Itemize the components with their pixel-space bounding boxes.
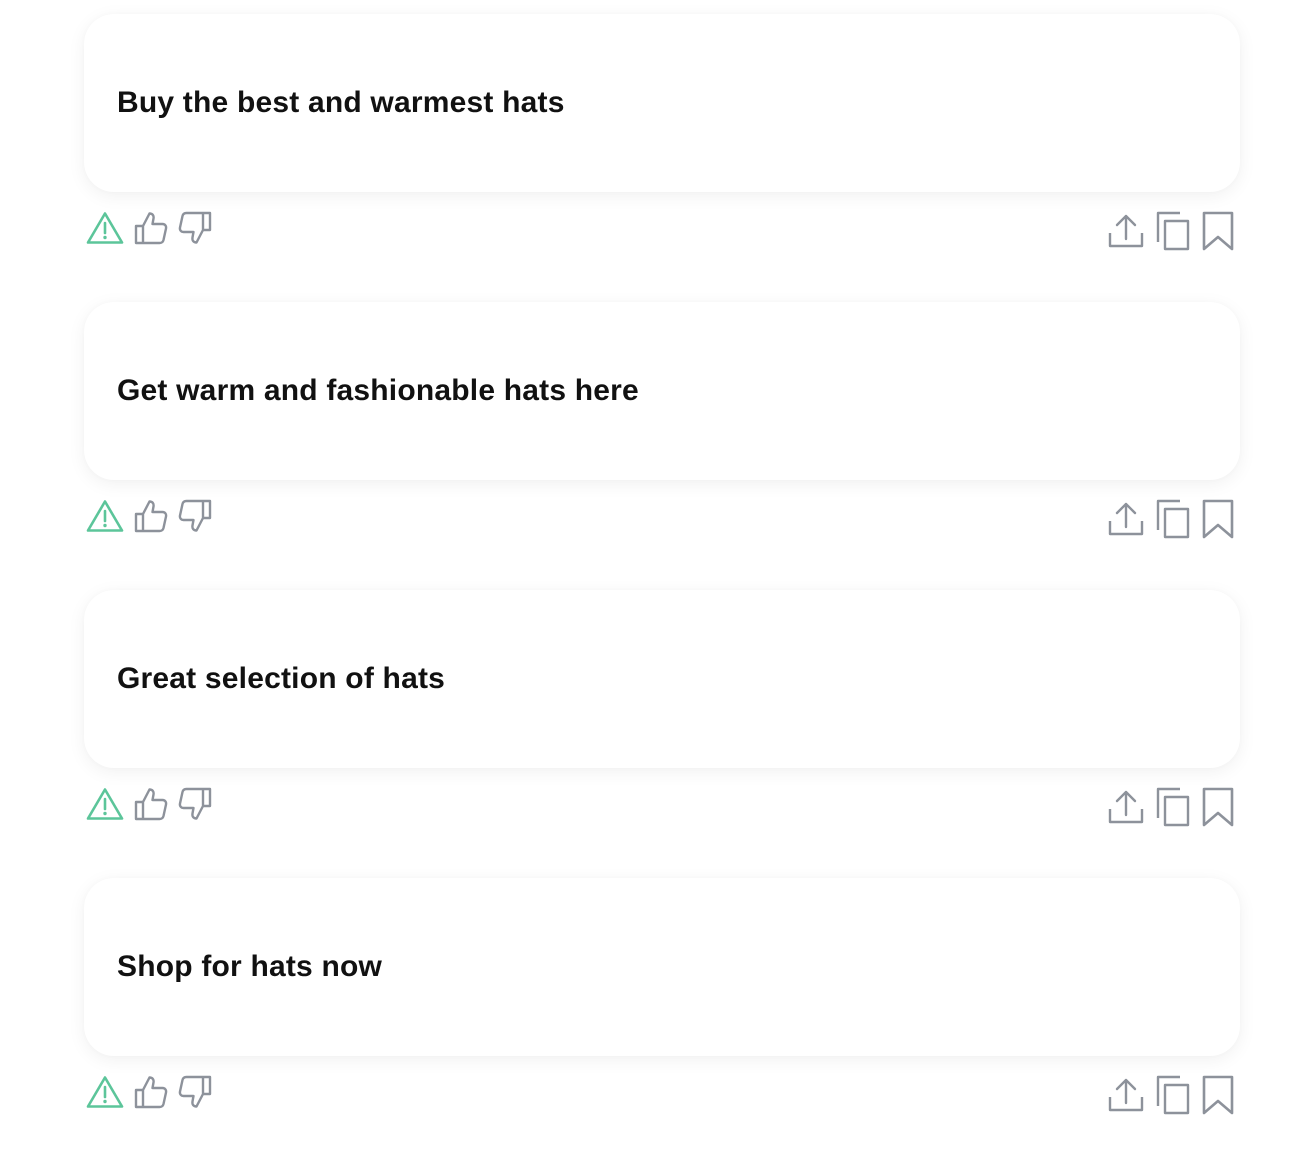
warning-icon[interactable]: [86, 499, 124, 533]
result-item: Great selection of hats: [84, 590, 1240, 878]
result-item: Buy the best and warmest hats: [84, 14, 1240, 302]
thumbs-up-icon[interactable]: [134, 1075, 168, 1109]
feedback-actions: [86, 499, 212, 533]
result-item: Shop for hats now: [84, 878, 1240, 1166]
result-text: Great selection of hats: [117, 662, 446, 695]
thumbs-down-icon[interactable]: [178, 787, 212, 821]
feedback-actions: [86, 211, 212, 245]
warning-icon[interactable]: [86, 1075, 124, 1109]
share-icon[interactable]: [1108, 1077, 1144, 1113]
results-list: Buy the best and warmest hats Get warm a…: [84, 14, 1240, 1166]
copy-icon[interactable]: [1156, 211, 1190, 251]
result-item: Get warm and fashionable hats here: [84, 302, 1240, 590]
thumbs-up-icon[interactable]: [134, 787, 168, 821]
thumbs-down-icon[interactable]: [178, 211, 212, 245]
share-icon[interactable]: [1108, 213, 1144, 249]
warning-icon[interactable]: [86, 211, 124, 245]
result-actions: [84, 768, 1240, 844]
copy-icon[interactable]: [1156, 787, 1190, 827]
share-icon[interactable]: [1108, 789, 1144, 825]
bookmark-icon[interactable]: [1202, 787, 1234, 827]
result-text: Shop for hats now: [117, 950, 383, 983]
feedback-actions: [86, 1075, 212, 1109]
result-card[interactable]: Shop for hats now: [84, 878, 1240, 1056]
thumbs-up-icon[interactable]: [134, 211, 168, 245]
share-icon[interactable]: [1108, 501, 1144, 537]
item-actions: [1108, 787, 1234, 827]
copy-icon[interactable]: [1156, 499, 1190, 539]
result-actions: [84, 480, 1240, 556]
result-text: Buy the best and warmest hats: [117, 86, 565, 119]
thumbs-down-icon[interactable]: [178, 1075, 212, 1109]
copy-icon[interactable]: [1156, 1075, 1190, 1115]
item-actions: [1108, 211, 1234, 251]
result-actions: [84, 192, 1240, 268]
feedback-actions: [86, 787, 212, 821]
item-actions: [1108, 499, 1234, 539]
bookmark-icon[interactable]: [1202, 211, 1234, 251]
item-actions: [1108, 1075, 1234, 1115]
thumbs-up-icon[interactable]: [134, 499, 168, 533]
result-card[interactable]: Buy the best and warmest hats: [84, 14, 1240, 192]
bookmark-icon[interactable]: [1202, 499, 1234, 539]
thumbs-down-icon[interactable]: [178, 499, 212, 533]
bookmark-icon[interactable]: [1202, 1075, 1234, 1115]
result-card[interactable]: Get warm and fashionable hats here: [84, 302, 1240, 480]
result-card[interactable]: Great selection of hats: [84, 590, 1240, 768]
result-text: Get warm and fashionable hats here: [117, 374, 639, 407]
warning-icon[interactable]: [86, 787, 124, 821]
result-actions: [84, 1056, 1240, 1132]
